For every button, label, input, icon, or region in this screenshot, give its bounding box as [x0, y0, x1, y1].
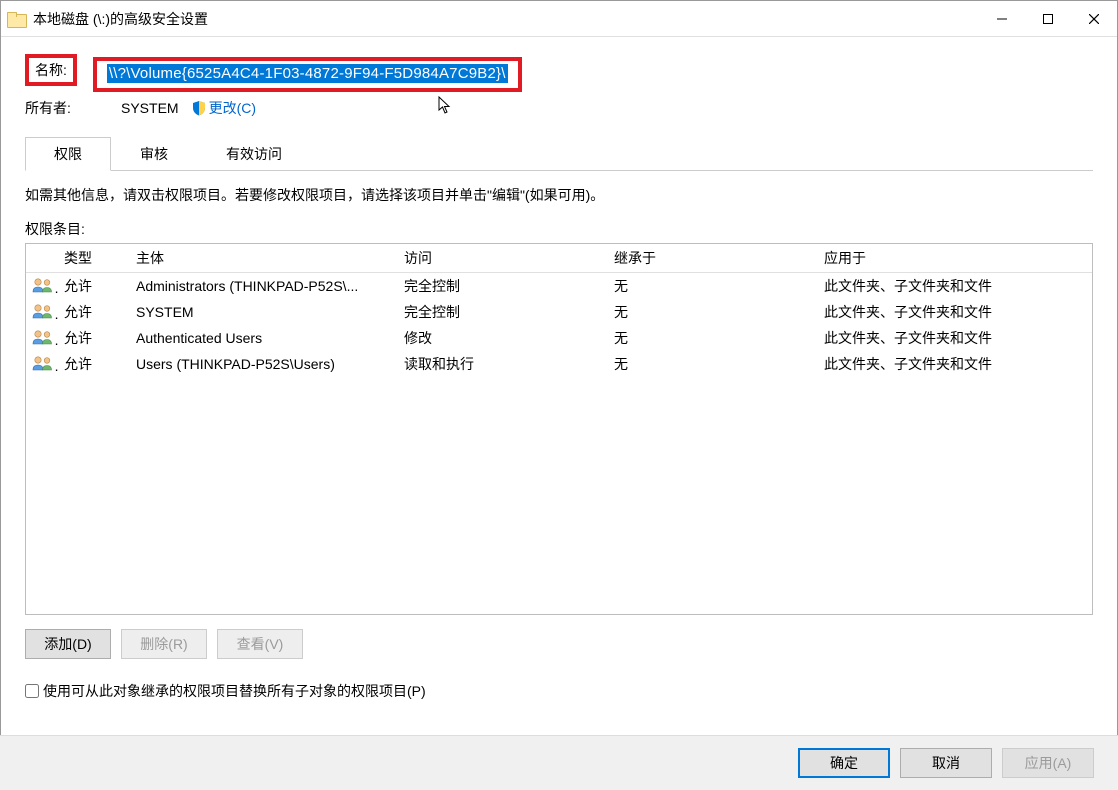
- row-applies: 此文件夹、子文件夹和文件: [818, 299, 1092, 325]
- row-icon: [26, 299, 58, 325]
- col-principal-header[interactable]: 主体: [130, 244, 398, 273]
- row-applies: 此文件夹、子文件夹和文件: [818, 325, 1092, 351]
- col-inherited-header[interactable]: 继承于: [608, 244, 818, 273]
- table-header-row: 类型 主体 访问 继承于 应用于: [26, 244, 1092, 273]
- col-access-header[interactable]: 访问: [398, 244, 608, 273]
- row-applies: 此文件夹、子文件夹和文件: [818, 273, 1092, 300]
- help-text: 如需其他信息，请双击权限项目。若要修改权限项目，请选择该项目并单击"编辑"(如果…: [25, 185, 1093, 205]
- replace-checkbox[interactable]: [25, 684, 39, 698]
- folder-icon: [7, 12, 25, 26]
- replace-checkbox-row[interactable]: 使用可从此对象继承的权限项目替换所有子对象的权限项目(P): [25, 681, 1093, 701]
- shield-icon: [191, 100, 207, 116]
- row-type: 允许: [58, 299, 130, 325]
- add-button[interactable]: 添加(D): [25, 629, 111, 659]
- dialog-footer: 确定 取消 应用(A): [0, 735, 1118, 790]
- row-icon: [26, 351, 58, 377]
- view-button[interactable]: 查看(V): [217, 629, 303, 659]
- row-access: 读取和执行: [398, 351, 608, 377]
- owner-value: SYSTEM: [121, 100, 179, 116]
- row-principal: Authenticated Users: [130, 325, 398, 351]
- row-icon: [26, 273, 58, 300]
- row-inherited: 无: [608, 273, 818, 300]
- name-label: 名称:: [35, 62, 67, 78]
- col-applies-header[interactable]: 应用于: [818, 244, 1092, 273]
- apply-button[interactable]: 应用(A): [1002, 748, 1094, 778]
- path-highlight: \\?\Volume{6525A4C4-1F03-4872-9F94-F5D98…: [93, 57, 522, 92]
- content-area: 名称: \\?\Volume{6525A4C4-1F03-4872-9F94-F…: [1, 37, 1117, 713]
- close-button[interactable]: [1071, 1, 1117, 36]
- entry-buttons: 添加(D) 删除(R) 查看(V): [25, 629, 1093, 659]
- users-icon: [32, 329, 54, 345]
- users-icon: [32, 303, 54, 319]
- ok-button[interactable]: 确定: [798, 748, 890, 778]
- users-icon: [32, 277, 54, 293]
- row-inherited: 无: [608, 325, 818, 351]
- row-icon: [26, 325, 58, 351]
- permissions-table[interactable]: 类型 主体 访问 继承于 应用于 允许Administrators (THINK…: [25, 243, 1093, 615]
- owner-label: 所有者:: [25, 98, 121, 118]
- row-principal: Users (THINKPAD-P52S\Users): [130, 351, 398, 377]
- col-type-header[interactable]: 类型: [58, 244, 130, 273]
- cancel-button[interactable]: 取消: [900, 748, 992, 778]
- entries-label: 权限条目:: [25, 219, 1093, 239]
- table-row[interactable]: 允许Authenticated Users修改无此文件夹、子文件夹和文件: [26, 325, 1092, 351]
- table-row[interactable]: 允许Users (THINKPAD-P52S\Users)读取和执行无此文件夹、…: [26, 351, 1092, 377]
- row-type: 允许: [58, 273, 130, 300]
- row-access: 修改: [398, 325, 608, 351]
- table-row[interactable]: 允许SYSTEM完全控制无此文件夹、子文件夹和文件: [26, 299, 1092, 325]
- row-inherited: 无: [608, 351, 818, 377]
- name-label-highlight: 名称:: [25, 54, 77, 86]
- row-applies: 此文件夹、子文件夹和文件: [818, 351, 1092, 377]
- col-icon-header[interactable]: [26, 244, 58, 273]
- remove-button[interactable]: 删除(R): [121, 629, 207, 659]
- window-controls: [979, 1, 1117, 36]
- replace-checkbox-label: 使用可从此对象继承的权限项目替换所有子对象的权限项目(P): [43, 681, 426, 701]
- owner-row: 所有者: SYSTEM 更改(C): [25, 98, 1093, 118]
- row-type: 允许: [58, 325, 130, 351]
- tabs: 权限 审核 有效访问: [25, 136, 1093, 171]
- tab-auditing[interactable]: 审核: [111, 137, 197, 171]
- titlebar: 本地磁盘 (\:)的高级安全设置: [1, 1, 1117, 37]
- row-access: 完全控制: [398, 299, 608, 325]
- volume-path[interactable]: \\?\Volume{6525A4C4-1F03-4872-9F94-F5D98…: [107, 64, 508, 83]
- row-inherited: 无: [608, 299, 818, 325]
- window-title: 本地磁盘 (\:)的高级安全设置: [33, 9, 979, 29]
- tab-effective-access[interactable]: 有效访问: [197, 137, 311, 171]
- change-owner-link[interactable]: 更改(C): [209, 98, 256, 118]
- row-type: 允许: [58, 351, 130, 377]
- maximize-button[interactable]: [1025, 1, 1071, 36]
- table-row[interactable]: 允许Administrators (THINKPAD-P52S\...完全控制无…: [26, 273, 1092, 300]
- minimize-button[interactable]: [979, 1, 1025, 36]
- row-access: 完全控制: [398, 273, 608, 300]
- row-principal: Administrators (THINKPAD-P52S\...: [130, 273, 398, 300]
- name-row: 名称: \\?\Volume{6525A4C4-1F03-4872-9F94-F…: [25, 57, 1093, 92]
- tab-permissions[interactable]: 权限: [25, 137, 111, 171]
- row-principal: SYSTEM: [130, 299, 398, 325]
- users-icon: [32, 355, 54, 371]
